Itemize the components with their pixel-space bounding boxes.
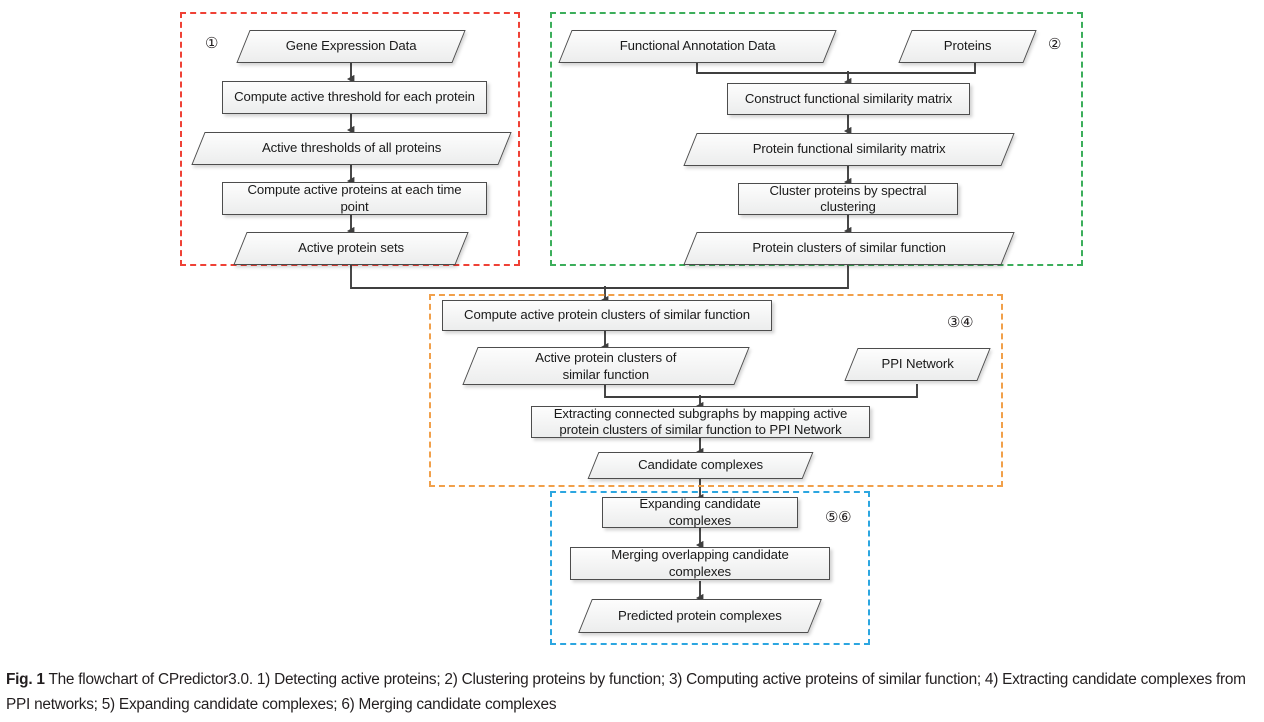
node-label: PPI Network — [881, 356, 954, 372]
merge-clusters-to-compute-clusters — [605, 265, 849, 289]
node-label: Predicted protein complexes — [618, 607, 782, 623]
figure-caption-label: Fig. 1 — [6, 671, 45, 688]
node-active-protein-sets[interactable]: Active protein sets — [233, 232, 469, 265]
node-cluster-proteins-spectral[interactable]: Cluster proteins by spectral clustering — [738, 183, 958, 215]
group-label-34: ③④ — [947, 314, 974, 331]
node-label: Compute active threshold for each protei… — [234, 89, 475, 105]
node-label: Construct functional similarity matrix — [744, 90, 953, 106]
group-label-1: ① — [205, 35, 219, 52]
figure-caption-text: The flowchart of CPredictor3.0. 1) Detec… — [6, 671, 1246, 713]
node-extracting-connected-subgraphs[interactable]: Extracting connected subgraphs by mappin… — [531, 406, 870, 438]
node-label: Protein functional similarity matrix — [752, 141, 946, 157]
node-compute-active-proteins[interactable]: Compute active proteins at each time poi… — [222, 182, 487, 215]
node-label: Expanding candidate complexes — [639, 496, 761, 528]
node-merging-overlapping-candidate-complexes[interactable]: Merging overlapping candidate complexes — [570, 547, 830, 580]
node-protein-clusters-similar-function[interactable]: Protein clusters of similar function — [683, 232, 1015, 265]
group-label-2: ② — [1048, 36, 1062, 53]
node-expanding-candidate-complexes[interactable]: Expanding candidate complexes — [602, 496, 798, 528]
node-protein-functional-similarity-matrix[interactable]: Protein functional similarity matrix — [683, 133, 1015, 166]
node-ppi-network[interactable]: PPI Network — [844, 348, 991, 381]
node-label: Merging overlapping candidate complexes — [611, 547, 789, 579]
node-label: Active protein sets — [298, 240, 404, 256]
node-label: Candidate complexes — [638, 457, 763, 473]
group-label-56: ⑤⑥ — [825, 509, 852, 526]
figure-page: ① ② ③④ ⑤⑥ Gene Expression Data Compute a… — [0, 0, 1264, 722]
node-functional-annotation-data[interactable]: Functional Annotation Data — [558, 30, 837, 63]
node-candidate-complexes[interactable]: Candidate complexes — [587, 452, 814, 479]
node-proteins[interactable]: Proteins — [898, 30, 1037, 63]
node-label: Proteins — [943, 38, 992, 54]
node-label: Active thresholds of all proteins — [261, 140, 442, 156]
node-label: Compute active protein clusters of simil… — [464, 307, 750, 323]
figure-caption: Fig. 1 The flowchart of CPredictor3.0. 1… — [6, 668, 1256, 718]
node-label: Compute active proteins at each time poi… — [247, 182, 462, 214]
node-active-protein-clusters-similar-function[interactable]: Active protein clusters of similar funct… — [462, 347, 750, 385]
node-construct-functional-similarity-matrix[interactable]: Construct functional similarity matrix — [727, 83, 970, 115]
node-predicted-protein-complexes[interactable]: Predicted protein complexes — [578, 599, 822, 633]
node-compute-active-threshold[interactable]: Compute active threshold for each protei… — [222, 81, 487, 114]
node-label: Cluster proteins by spectral clustering — [769, 182, 927, 215]
node-label: Functional Annotation Data — [619, 38, 776, 54]
node-label: Protein clusters of similar function — [752, 240, 946, 256]
node-active-thresholds-all-proteins[interactable]: Active thresholds of all proteins — [191, 132, 512, 165]
node-label: Active protein clusters of similar funct… — [535, 349, 677, 382]
node-gene-expression-data[interactable]: Gene Expression Data — [236, 30, 466, 63]
node-label: Extracting connected subgraphs by mappin… — [553, 405, 848, 438]
merge-sets-to-compute-clusters — [350, 265, 605, 289]
node-label: Gene Expression Data — [285, 38, 417, 54]
node-compute-active-protein-clusters[interactable]: Compute active protein clusters of simil… — [442, 300, 772, 331]
